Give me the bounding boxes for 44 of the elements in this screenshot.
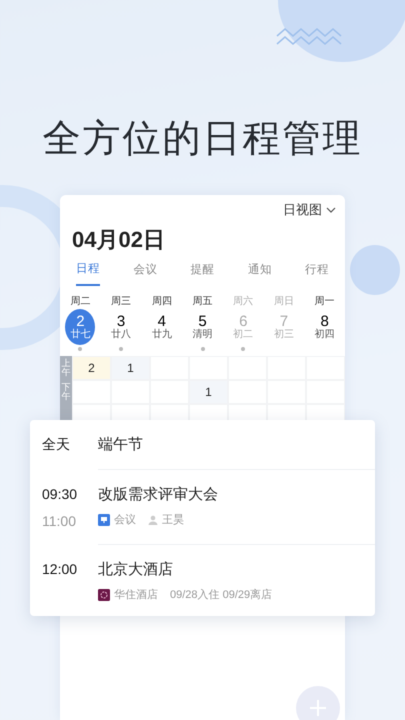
- view-dropdown[interactable]: 日视图: [282, 199, 337, 220]
- weekday-label: 周三: [111, 294, 132, 309]
- event-count-cell: 1: [189, 380, 228, 404]
- tab[interactable]: 通知: [248, 258, 272, 286]
- hotel-icon: [98, 589, 110, 602]
- tab[interactable]: 提醒: [190, 258, 214, 286]
- meeting-icon: [98, 514, 110, 526]
- end-time: 11:00: [42, 512, 77, 530]
- zigzag-icon: [276, 26, 342, 48]
- source-label: 会议: [114, 513, 136, 528]
- time-slot-label: 下午: [60, 380, 72, 404]
- day-button[interactable]: 7 初三: [268, 308, 299, 345]
- start-time: 12:00: [42, 560, 78, 578]
- tab[interactable]: 日程: [76, 258, 100, 286]
- tab[interactable]: 会议: [133, 258, 158, 286]
- weekday-label: 周二: [70, 294, 90, 309]
- backdrop-circle: [350, 245, 400, 295]
- stay-dates: 09/28入住 09/29离店: [170, 588, 272, 603]
- source-label: 华住酒店: [114, 588, 158, 603]
- start-time: 09:30: [42, 484, 78, 504]
- current-date: 04月02日: [71, 228, 166, 250]
- weekday-label: 周四: [152, 294, 172, 309]
- day-button[interactable]: 2 廿七: [65, 308, 96, 345]
- weekday-label: 周日: [274, 294, 294, 309]
- all-day-label: 全天: [42, 435, 71, 454]
- day-button[interactable]: 8 初四: [310, 308, 340, 345]
- event-title: 端午节: [98, 435, 144, 455]
- weekday-label: 周五: [192, 294, 213, 309]
- event-count-cell: 2: [72, 356, 111, 380]
- person-icon: [148, 515, 158, 526]
- weekday-label: 周六: [233, 294, 254, 309]
- headline: 全方位的日程管理: [42, 117, 362, 162]
- tab[interactable]: 行程: [305, 258, 329, 286]
- event-title: 北京大酒店: [98, 560, 174, 580]
- day-button[interactable]: 3 廿八: [106, 308, 136, 345]
- chevron-down-icon: [326, 206, 336, 213]
- event-count-cell: 1: [111, 356, 150, 380]
- event-title: 改版需求评审大会: [98, 484, 219, 504]
- day-button[interactable]: 6 初二: [228, 308, 258, 345]
- weekday-label: 周一: [314, 294, 335, 309]
- day-button[interactable]: 5 清明: [188, 308, 218, 345]
- day-button[interactable]: 4 廿九: [146, 308, 177, 345]
- time-slot-label: 上午: [60, 356, 72, 380]
- person-name: 王昊: [162, 513, 184, 528]
